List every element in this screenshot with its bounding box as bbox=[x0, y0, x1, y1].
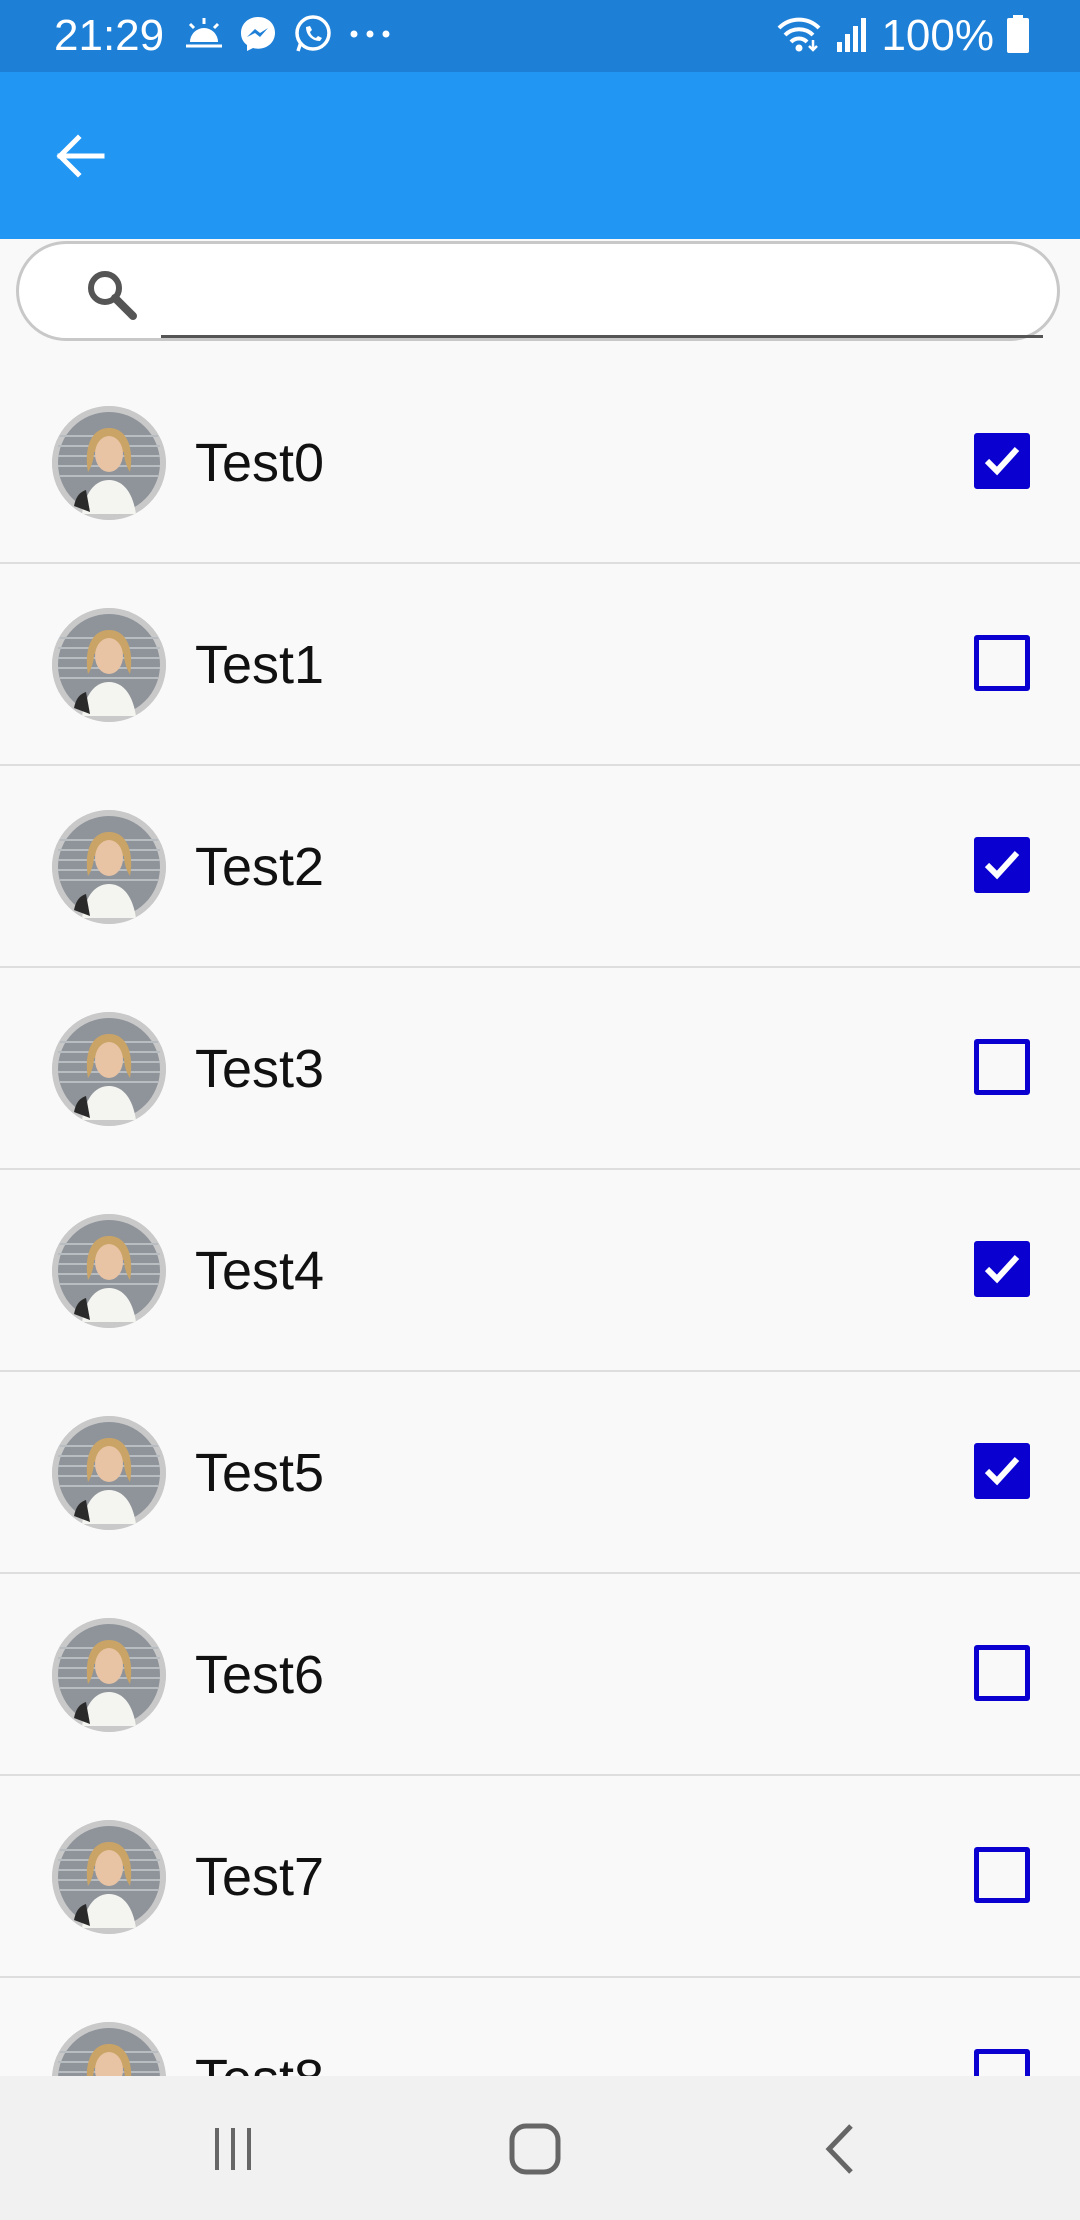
list-item-checkbox[interactable] bbox=[974, 635, 1030, 691]
recent-apps-icon bbox=[208, 2124, 258, 2179]
list-item[interactable]: Test5 bbox=[0, 1372, 1080, 1574]
list-item-checkbox[interactable] bbox=[974, 837, 1030, 893]
list-item-checkbox[interactable] bbox=[974, 1443, 1030, 1499]
screen: 21:29 100% Test0 Test1 Test2 Test3 Test4… bbox=[0, 0, 1080, 2220]
list-item-checkbox[interactable] bbox=[974, 1039, 1030, 1095]
search-icon bbox=[81, 264, 141, 324]
more-dots-icon bbox=[348, 27, 392, 45]
list-item-checkbox[interactable] bbox=[974, 1645, 1030, 1701]
contact-list: Test0 Test1 Test2 Test3 Test4 Test5 Test6 Test7… bbox=[0, 362, 1080, 2180]
list-item-checkbox[interactable] bbox=[974, 433, 1030, 489]
list-item-label: Test3 bbox=[195, 1039, 325, 1099]
list-item[interactable]: Test4 bbox=[0, 1170, 1080, 1372]
checkmark-icon bbox=[979, 1448, 1025, 1494]
checkmark-icon bbox=[979, 842, 1025, 888]
nav-back-button[interactable] bbox=[795, 2106, 885, 2196]
recent-apps-button[interactable] bbox=[188, 2106, 278, 2196]
list-item[interactable]: Test7 bbox=[0, 1776, 1080, 1978]
back-icon bbox=[815, 2122, 865, 2181]
list-item-label: Test6 bbox=[195, 1645, 325, 1705]
status-bar: 21:29 100% bbox=[0, 0, 1080, 72]
wifi-icon bbox=[775, 14, 823, 59]
list-item[interactable]: Test1 bbox=[0, 564, 1080, 766]
list-item-label: Test7 bbox=[195, 1847, 325, 1907]
avatar bbox=[52, 810, 166, 924]
checkmark-icon bbox=[979, 1246, 1025, 1292]
messenger-icon bbox=[238, 14, 278, 59]
avatar bbox=[52, 1012, 166, 1126]
avatar bbox=[52, 1416, 166, 1530]
status-icons-right: 100% bbox=[775, 10, 1030, 62]
list-item-label: Test5 bbox=[195, 1443, 325, 1503]
home-icon bbox=[508, 2122, 562, 2181]
list-item[interactable]: Test2 bbox=[0, 766, 1080, 968]
back-button[interactable] bbox=[40, 118, 120, 198]
avatar bbox=[52, 406, 166, 520]
battery-icon bbox=[1006, 14, 1030, 59]
avatar bbox=[52, 1618, 166, 1732]
status-icons-left bbox=[184, 14, 392, 58]
battery-percentage: 100% bbox=[881, 11, 994, 60]
list-item[interactable]: Test3 bbox=[0, 968, 1080, 1170]
avatar bbox=[52, 608, 166, 722]
avatar bbox=[52, 1214, 166, 1328]
list-item-label: Test4 bbox=[195, 1241, 325, 1301]
status-time: 21:29 bbox=[54, 11, 165, 60]
list-item-label: Test1 bbox=[195, 635, 325, 695]
list-item-checkbox[interactable] bbox=[974, 1241, 1030, 1297]
list-item-label: Test2 bbox=[195, 837, 325, 897]
avatar bbox=[52, 1820, 166, 1934]
list-item-checkbox[interactable] bbox=[974, 1847, 1030, 1903]
navigation-bar bbox=[0, 2076, 1080, 2220]
home-button[interactable] bbox=[490, 2106, 580, 2196]
list-item-label: Test0 bbox=[195, 433, 325, 493]
arrow-left-icon bbox=[52, 128, 108, 189]
search-underline bbox=[161, 335, 1043, 338]
signal-icon bbox=[835, 14, 869, 59]
weather-sunrise-icon bbox=[184, 16, 224, 57]
list-item[interactable]: Test6 bbox=[0, 1574, 1080, 1776]
app-bar bbox=[0, 72, 1080, 239]
search-box bbox=[16, 241, 1060, 341]
checkmark-icon bbox=[979, 438, 1025, 484]
whatsapp-icon bbox=[292, 13, 334, 60]
search-input[interactable] bbox=[159, 258, 1043, 322]
list-item[interactable]: Test0 bbox=[0, 362, 1080, 564]
